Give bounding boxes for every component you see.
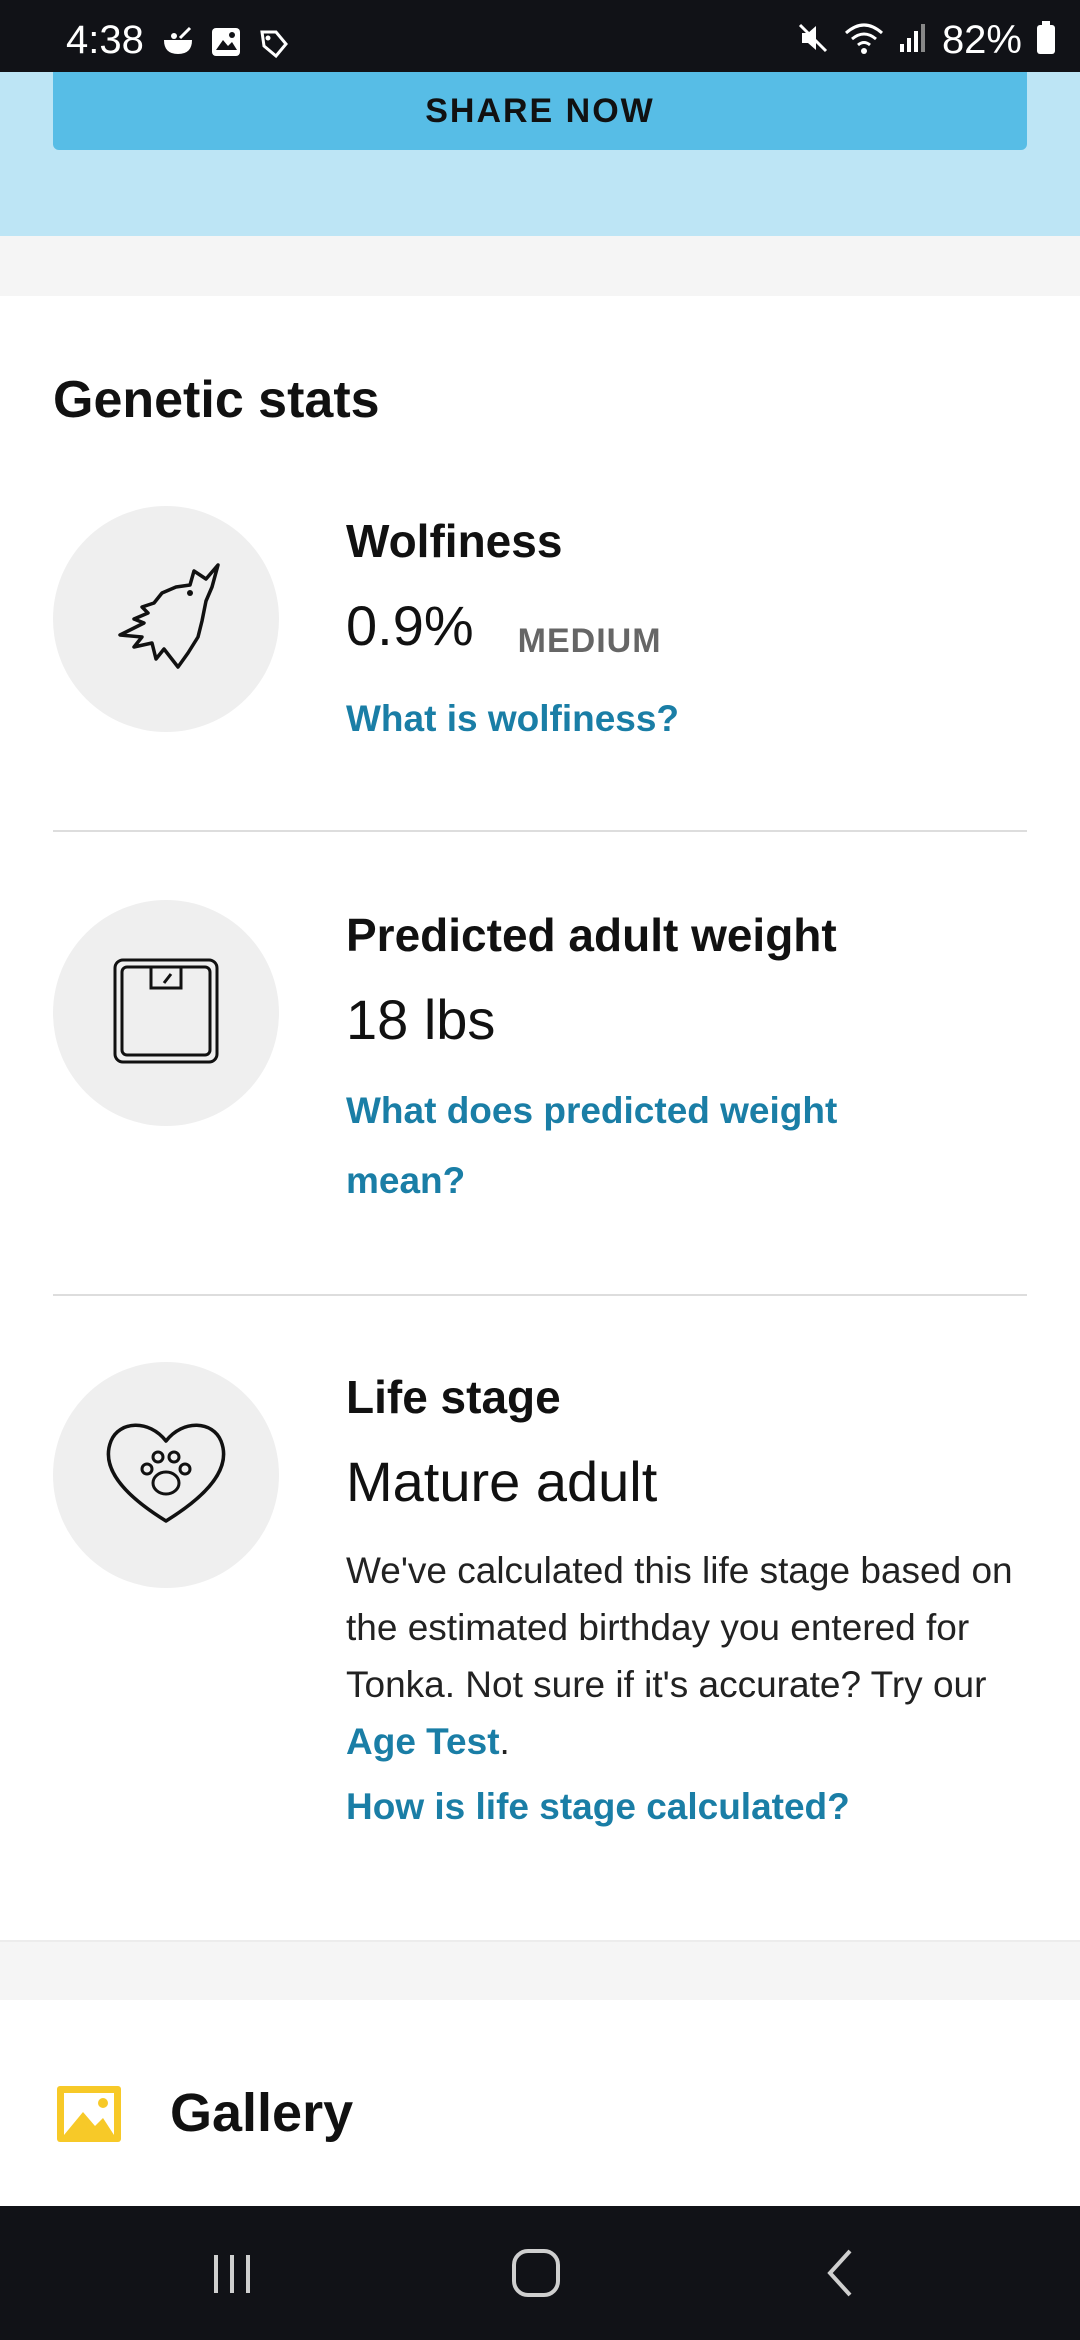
paw-heart-icon: [101, 1413, 231, 1538]
life-stage-label: Life stage: [346, 1371, 561, 1423]
section-separator: [0, 1940, 1080, 2000]
status-time: 4:38: [66, 18, 144, 62]
mute-icon: [796, 21, 830, 60]
share-now-button[interactable]: SHARE NOW: [53, 72, 1027, 150]
gallery-section-header[interactable]: Gallery: [0, 2060, 1080, 2170]
life-stage-description-text: We've calculated this life stage based o…: [346, 1550, 1013, 1705]
gallery-notification-icon: [210, 26, 242, 65]
predicted-weight-link[interactable]: What does predicted weight mean?: [346, 1076, 946, 1216]
wolfiness-value: 0.9%: [346, 594, 474, 657]
status-system-icons: 82%: [796, 18, 1056, 63]
image-icon: [57, 2086, 121, 2142]
share-banner: SHARE NOW: [0, 72, 1080, 236]
divider: [53, 830, 1027, 832]
wolfiness-icon-circle: [53, 506, 279, 732]
wolfiness-content: Wolfiness 0.9% MEDIUM What is wolfiness?: [346, 506, 1036, 754]
weight-value: 18 lbs: [346, 988, 496, 1051]
food-bowl-icon: [160, 26, 196, 65]
life-stage-description: We've calculated this life stage based o…: [346, 1542, 1036, 1770]
weight-label: Predicted adult weight: [346, 909, 837, 961]
signal-icon: [898, 22, 928, 59]
section-separator: [0, 236, 1080, 296]
recent-apps-icon[interactable]: [192, 2240, 272, 2306]
wolfiness-label: Wolfiness: [346, 515, 563, 567]
status-notification-icons: [160, 26, 290, 65]
gallery-title: Gallery: [170, 2083, 354, 2143]
age-test-link[interactable]: Age Test: [346, 1721, 500, 1762]
scale-icon: [111, 956, 221, 1071]
status-bar: 4:38 82%: [0, 0, 1080, 72]
genetic-stats-title: Genetic stats: [53, 371, 380, 429]
wolf-icon: [106, 557, 226, 682]
weight-content: Predicted adult weight 18 lbs What does …: [346, 900, 1036, 1216]
life-stage-icon-circle: [53, 1362, 279, 1588]
battery-icon: [1036, 21, 1056, 60]
divider: [53, 1294, 1027, 1296]
wolfiness-level-badge: MEDIUM: [517, 621, 662, 660]
what-is-wolfiness-link[interactable]: What is wolfiness?: [346, 684, 1036, 754]
life-stage-calculation-link[interactable]: How is life stage calculated?: [346, 1772, 1036, 1842]
battery-percentage: 82%: [941, 18, 1022, 62]
pet-tag-icon: [256, 26, 290, 65]
wifi-icon: [844, 21, 884, 60]
home-icon[interactable]: [496, 2240, 576, 2306]
life-stage-content: Life stage Mature adult We've calculated…: [346, 1362, 1036, 1842]
system-nav-bar: [0, 2206, 1080, 2340]
weight-icon-circle: [53, 900, 279, 1126]
life-stage-description-end: .: [499, 1721, 510, 1762]
back-icon[interactable]: [800, 2240, 880, 2306]
wolfiness-value-row: 0.9% MEDIUM: [346, 576, 1036, 676]
life-stage-value: Mature adult: [346, 1450, 658, 1513]
